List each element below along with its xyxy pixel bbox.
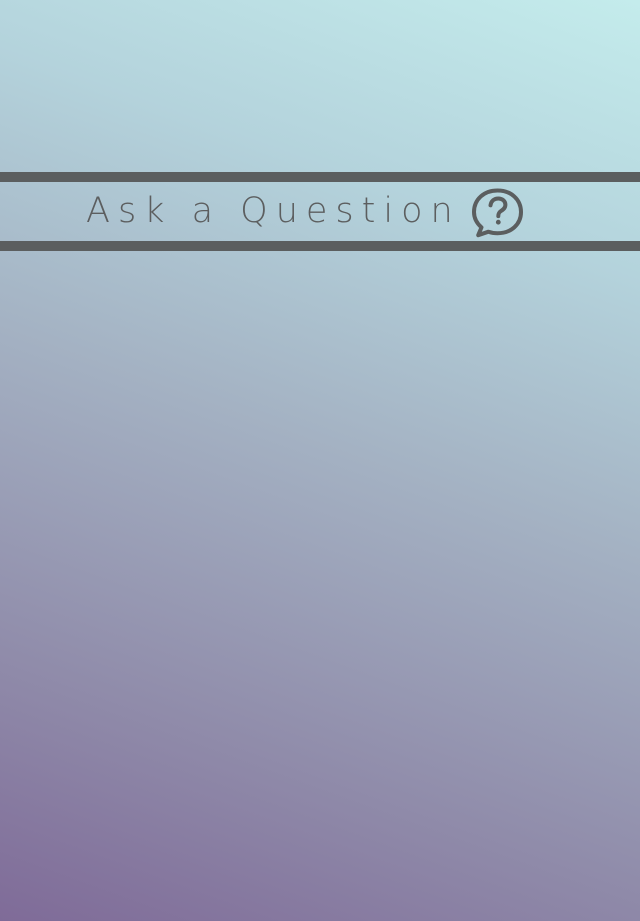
question-bubble-icon: [470, 186, 525, 238]
app-screen: Ask a Question: [0, 0, 640, 921]
ask-question-button[interactable]: Ask a Question: [0, 172, 640, 251]
ask-question-top-divider: [0, 172, 640, 182]
ask-question-label: Ask a Question: [86, 191, 461, 231]
ask-question-bottom-divider: [0, 241, 640, 251]
